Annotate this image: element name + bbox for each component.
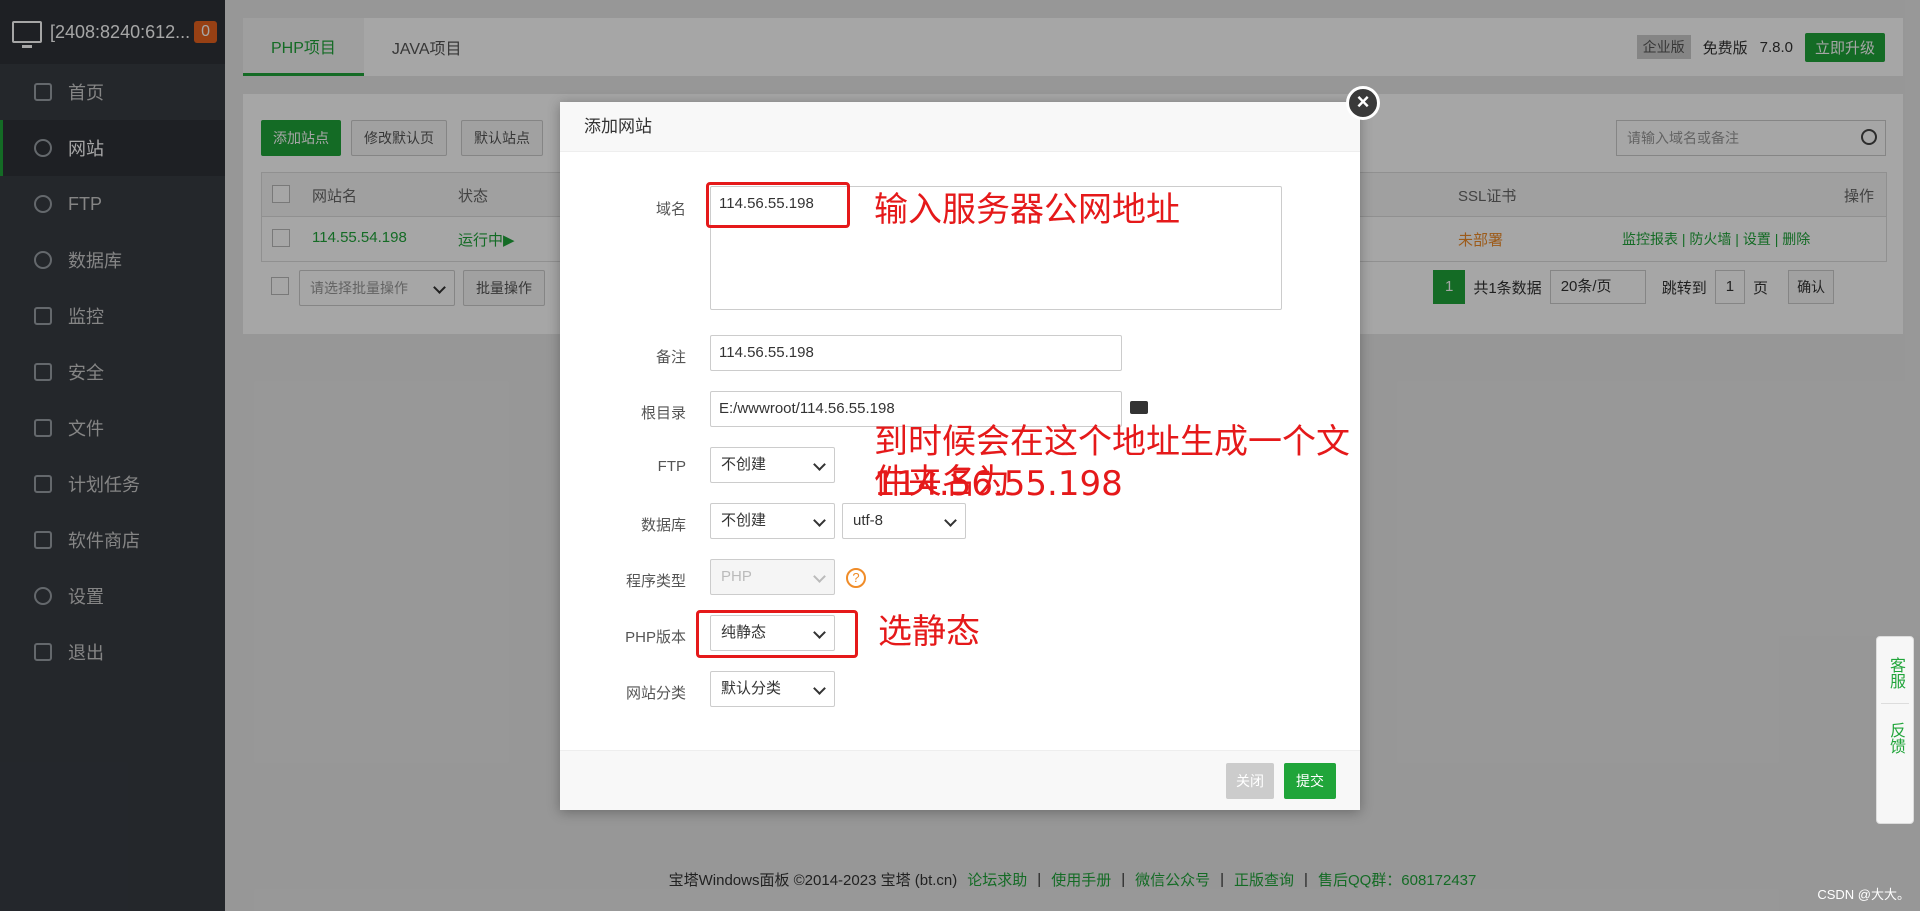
database-select[interactable]: 不创建 — [710, 503, 835, 539]
add-site-dialog: 添加网站 × 域名 114.56.55.198 备注 114.56.55.198… — [560, 86, 1380, 810]
ftp-label: FTP — [657, 458, 686, 475]
feedback-button[interactable]: 反馈 — [1886, 722, 1904, 754]
php-version-label: PHP版本 — [625, 629, 686, 646]
dialog-footer: 关闭 提交 — [560, 750, 1360, 810]
php-highlight-box — [696, 610, 858, 658]
dialog-title: 添加网站 — [560, 102, 1360, 152]
root-annotation-line2: 114.56.55.198 — [874, 464, 1123, 504]
category-select[interactable]: 默认分类 — [710, 671, 835, 707]
remark-input[interactable]: 114.56.55.198 — [710, 335, 1122, 371]
close-button[interactable]: 关闭 — [1226, 763, 1274, 799]
charset-select[interactable]: utf-8 — [842, 503, 966, 539]
floating-service-panel: 客服 反馈 — [1876, 636, 1914, 824]
domain-highlight-box — [706, 182, 850, 228]
watermark: CSDN @大大。 — [1817, 887, 1910, 902]
folder-open-icon[interactable] — [1130, 401, 1148, 414]
domain-label: 域名 — [655, 201, 686, 218]
database-label: 数据库 — [640, 517, 686, 534]
help-icon[interactable]: ? — [846, 568, 866, 588]
program-type-select: PHP — [710, 559, 835, 595]
remark-label: 备注 — [655, 349, 686, 366]
category-label: 网站分类 — [625, 685, 686, 702]
domain-annotation: 输入服务器公网地址 — [874, 190, 1180, 230]
program-type-label: 程序类型 — [625, 573, 686, 590]
close-icon[interactable]: × — [1346, 86, 1380, 120]
ftp-select[interactable]: 不创建 — [710, 447, 835, 483]
php-annotation: 选静态 — [878, 612, 980, 652]
submit-button[interactable]: 提交 — [1284, 763, 1336, 799]
root-label: 根目录 — [640, 405, 686, 422]
service-button[interactable]: 客服 — [1886, 657, 1904, 689]
